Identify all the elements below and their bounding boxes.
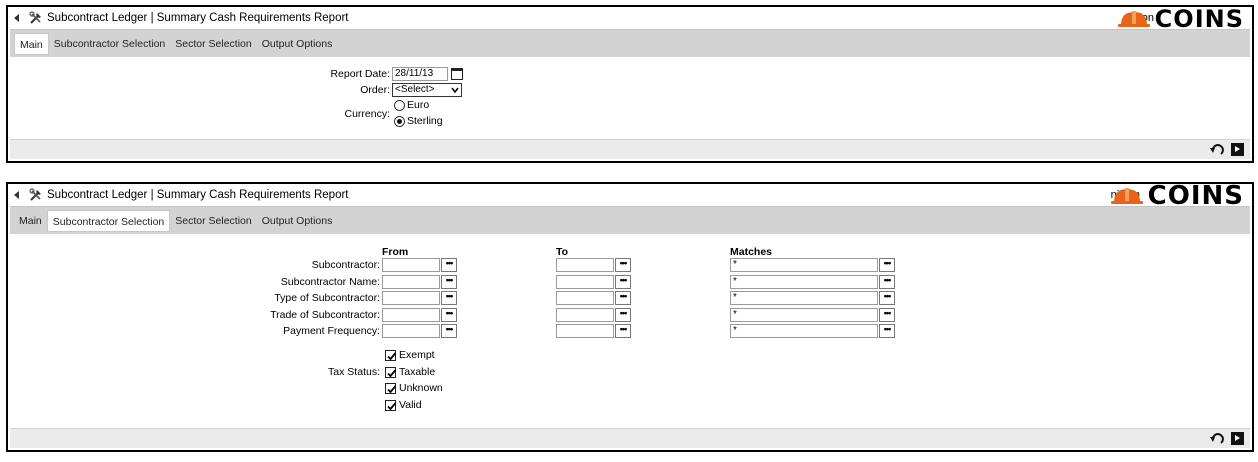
currency-label: Currency: — [344, 108, 390, 120]
lookup-button[interactable]: ••• — [441, 308, 457, 322]
lookup-button[interactable]: ••• — [441, 291, 457, 305]
tab-main[interactable]: Main — [14, 210, 47, 232]
tax-status-label: Tax Status: — [328, 366, 380, 378]
collapse-arrow-icon[interactable] — [14, 14, 19, 22]
title-bar: Subcontract Ledger | Summary Cash Requir… — [8, 5, 1252, 33]
lookup-button[interactable]: ••• — [441, 324, 457, 338]
tools-icon — [29, 188, 41, 201]
matches-field[interactable]: * — [730, 275, 878, 289]
subcontractor-selection-form: From To Matches Tax Status: Subcontracto… — [8, 234, 1252, 411]
order-select-value: <Select> — [395, 84, 435, 95]
checkmark-icon — [387, 402, 397, 411]
filter-row-label: Trade of Subcontractor: — [270, 309, 380, 321]
tax-status-checkbox[interactable] — [385, 350, 397, 361]
hardhat-icon — [1110, 188, 1143, 204]
from-field[interactable] — [382, 291, 440, 305]
window-title: Subcontract Ledger | Summary Cash Requir… — [47, 189, 349, 201]
column-header-to: To — [556, 246, 569, 258]
from-field[interactable] — [382, 308, 440, 322]
lookup-button[interactable]: ••• — [615, 324, 631, 338]
matches-field[interactable]: * — [730, 324, 878, 338]
lookup-button[interactable]: ••• — [441, 275, 457, 289]
to-field[interactable] — [556, 308, 614, 322]
filter-row-label: Type of Subcontractor: — [274, 292, 380, 304]
tab-bar: Main Subcontractor Selection Sector Sele… — [10, 29, 1250, 57]
window-title: Subcontract Ledger | Summary Cash Requir… — [47, 12, 349, 24]
logo-text: COINS — [1154, 5, 1244, 33]
tab-sector-selection[interactable]: Sector Selection — [170, 210, 256, 232]
run-report-icon[interactable] — [1231, 432, 1244, 445]
lookup-button[interactable]: ••• — [615, 275, 631, 289]
to-field[interactable] — [556, 291, 614, 305]
lookup-button[interactable]: ••• — [615, 258, 631, 272]
lookup-button[interactable]: ••• — [441, 258, 457, 272]
to-field[interactable] — [556, 258, 614, 272]
tools-icon — [29, 11, 41, 24]
tab-subcontractor-selection[interactable]: Subcontractor Selection — [49, 33, 170, 55]
undo-icon[interactable] — [1210, 143, 1224, 157]
order-label: Order: — [360, 84, 390, 96]
tab-main[interactable]: Main — [14, 32, 49, 55]
filter-row-label: Subcontractor: — [311, 259, 380, 271]
matches-field[interactable]: * — [730, 258, 878, 272]
currency-sterling-label: Sterling — [407, 115, 443, 127]
lookup-button[interactable]: ••• — [615, 308, 631, 322]
footer-bar — [10, 428, 1250, 448]
tab-output-options[interactable]: Output Options — [257, 33, 338, 55]
footer-bar — [10, 139, 1250, 159]
matches-field[interactable]: * — [730, 308, 878, 322]
tab-subcontractor-selection[interactable]: Subcontractor Selection — [46, 209, 171, 232]
run-report-icon[interactable] — [1231, 143, 1244, 156]
lookup-button[interactable]: ••• — [879, 258, 895, 272]
report-window-subcontractor-selection: Subcontract Ledger | Summary Cash Requir… — [6, 182, 1254, 452]
tax-status-option-label: Exempt — [399, 349, 435, 361]
to-field[interactable] — [556, 324, 614, 338]
filter-row-label: Subcontractor Name: — [280, 276, 380, 288]
currency-euro-label: Euro — [407, 99, 430, 111]
column-header-from: From — [382, 246, 409, 258]
main-form: Report Date: 28/11/13 Order: <Select> Cu… — [8, 57, 1252, 139]
coins-logo: COINS — [1110, 181, 1244, 211]
collapse-arrow-icon[interactable] — [14, 191, 19, 199]
filter-row-label: Payment Frequency: — [283, 325, 380, 337]
lookup-button[interactable]: ••• — [615, 291, 631, 305]
report-date-label: Report Date: — [330, 68, 390, 80]
tax-status-option-label: Valid — [399, 399, 422, 411]
tab-sector-selection[interactable]: Sector Selection — [170, 33, 256, 55]
lookup-button[interactable]: ••• — [879, 324, 895, 338]
title-bar: Subcontract Ledger | Summary Cash Requir… — [8, 181, 1252, 211]
tax-status-option-label: Unknown — [399, 382, 443, 394]
tax-status-checkbox[interactable] — [385, 367, 397, 378]
logo-text: COINS — [1147, 181, 1244, 211]
lookup-button[interactable]: ••• — [879, 291, 895, 305]
calendar-icon[interactable] — [451, 68, 463, 80]
coins-logo: COINS — [1117, 5, 1244, 33]
tax-status-option-label: Taxable — [399, 366, 436, 378]
tab-output-options[interactable]: Output Options — [257, 210, 338, 232]
from-field[interactable] — [382, 275, 440, 289]
tax-status-checkbox[interactable] — [385, 383, 397, 394]
tax-status-checkbox[interactable] — [385, 400, 397, 411]
from-field[interactable] — [382, 324, 440, 338]
hardhat-icon — [1117, 11, 1150, 27]
checkmark-icon — [387, 385, 397, 394]
column-header-matches: Matches — [730, 246, 773, 258]
currency-sterling-radio[interactable] — [394, 116, 405, 127]
report-date-field[interactable]: 28/11/13 — [392, 67, 448, 81]
tab-bar: Main Subcontractor Selection Sector Sele… — [10, 206, 1250, 234]
currency-euro-radio[interactable] — [394, 100, 405, 111]
checkmark-icon — [387, 352, 397, 361]
lookup-button[interactable]: ••• — [879, 275, 895, 289]
undo-icon[interactable] — [1210, 432, 1224, 446]
report-window-main: Subcontract Ledger | Summary Cash Requir… — [6, 5, 1254, 163]
checkmark-icon — [387, 369, 397, 378]
lookup-button[interactable]: ••• — [879, 308, 895, 322]
matches-field[interactable]: * — [730, 291, 878, 305]
from-field[interactable] — [382, 258, 440, 272]
to-field[interactable] — [556, 275, 614, 289]
chevron-down-icon — [451, 87, 459, 94]
order-select[interactable]: <Select> — [392, 83, 462, 97]
